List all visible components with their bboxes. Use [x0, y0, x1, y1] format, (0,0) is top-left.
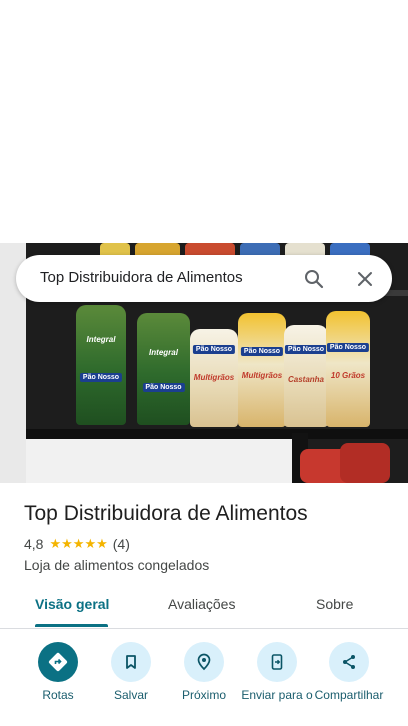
active-tab-indicator	[35, 624, 108, 627]
star-icon: ★	[84, 536, 97, 551]
rating-stars: ★ ★ ★ ★ ★	[49, 537, 107, 551]
star-icon: ★	[72, 536, 85, 551]
search-bar[interactable]: Top Distribuidora de Alimentos	[16, 255, 392, 302]
bread-package: Integral Pão Nosso	[137, 313, 190, 425]
send-to-phone-button[interactable]: Enviar para o	[237, 642, 317, 702]
tab-reviews[interactable]: Avaliações	[168, 596, 235, 612]
package-text: Multigrãos	[241, 371, 283, 380]
lower-shelf	[26, 429, 408, 439]
package-label: Pão Nosso	[240, 347, 284, 356]
directions-label: Rotas	[42, 688, 74, 702]
directions-icon	[38, 642, 78, 682]
package-label: Pão Nosso	[326, 343, 370, 352]
star-icon: ★	[49, 536, 62, 551]
tab-bar: Visão geral Avaliações Sobre	[0, 588, 408, 629]
floor	[26, 439, 296, 483]
bread-package: Pão Nosso Multigrãos	[190, 329, 238, 427]
package-label: Pão Nosso	[142, 383, 185, 392]
nearby-label: Próximo	[181, 688, 226, 702]
rating-value: 4,8	[24, 536, 44, 552]
tab-about[interactable]: Sobre	[316, 596, 353, 612]
close-icon[interactable]	[353, 267, 377, 291]
review-count[interactable]: (4)	[113, 536, 130, 552]
send-to-phone-label: Enviar para o	[241, 688, 313, 702]
place-title: Top Distribuidora de Alimentos	[24, 502, 308, 525]
package-text: Integral	[149, 348, 178, 357]
directions-button[interactable]: Rotas	[18, 642, 98, 702]
package-text: Integral	[86, 335, 116, 344]
package-text: Multigrãos	[193, 373, 235, 382]
package-label: Pão Nosso	[79, 373, 123, 382]
bread-package: Integral Pão Nosso	[76, 305, 126, 425]
bread-package: Pão Nosso Castanha	[284, 325, 328, 427]
search-icon[interactable]	[302, 267, 326, 291]
bread-package: Pão Nosso 10 Grãos	[326, 311, 370, 427]
star-icon: ★	[96, 536, 108, 551]
red-bag	[340, 443, 390, 483]
share-button[interactable]: Compartilhar	[309, 642, 389, 702]
map-blank-area	[0, 0, 408, 243]
star-icon: ★	[61, 536, 73, 551]
share-label: Compartilhar	[314, 688, 384, 702]
bookmark-icon	[111, 642, 151, 682]
search-query[interactable]: Top Distribuidora de Alimentos	[40, 269, 243, 286]
share-icon	[329, 642, 369, 682]
send-to-phone-icon	[257, 642, 297, 682]
bread-package: Pão Nosso Multigrãos	[238, 313, 286, 427]
nearby-button[interactable]: Próximo	[164, 642, 244, 702]
rating-row[interactable]: 4,8 ★ ★ ★ ★ ★ (4)	[24, 536, 130, 552]
package-text: Castanha	[287, 375, 325, 384]
package-text: 10 Grãos	[330, 371, 366, 380]
save-button[interactable]: Salvar	[91, 642, 171, 702]
save-label: Salvar	[113, 688, 148, 702]
tab-overview[interactable]: Visão geral	[35, 596, 109, 612]
nearby-icon	[184, 642, 224, 682]
package-label: Pão Nosso	[284, 345, 328, 354]
package-label: Pão Nosso	[192, 345, 236, 354]
place-category: Loja de alimentos congelados	[24, 557, 210, 573]
